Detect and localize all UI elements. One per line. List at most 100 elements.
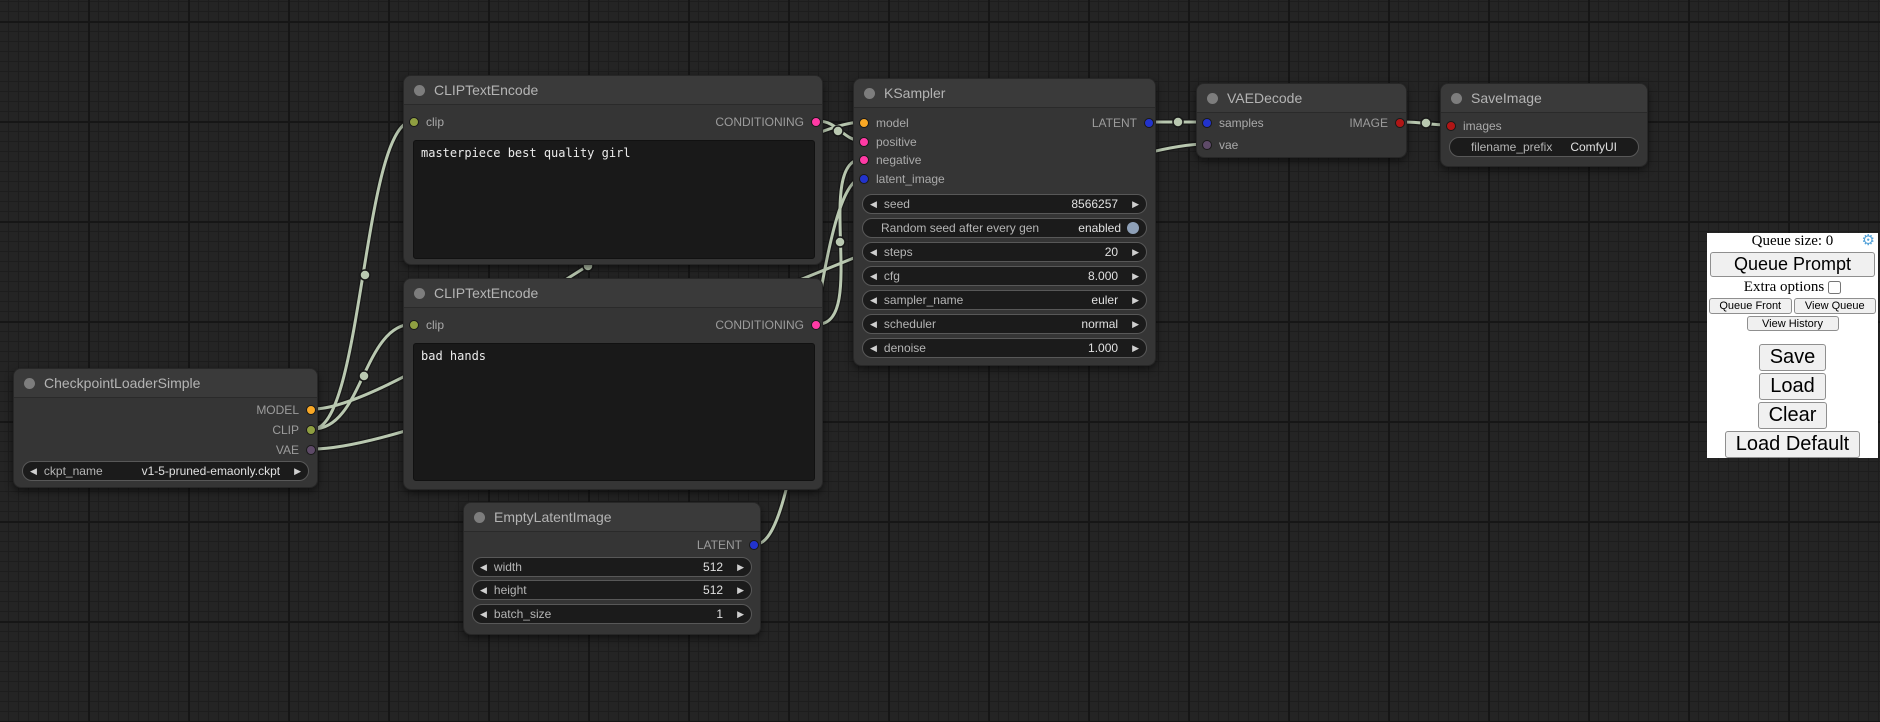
increment-arrow-icon[interactable]: ▶ xyxy=(1132,296,1139,305)
sampler-name-combo[interactable]: ◀ sampler_name euler ▶ xyxy=(862,290,1147,310)
output-port-conditioning[interactable] xyxy=(811,117,821,127)
load-button[interactable]: Load xyxy=(1759,373,1826,400)
increment-arrow-icon[interactable]: ▶ xyxy=(737,586,744,595)
node-clip-text-encode-positive[interactable]: CLIPTextEncode clip CONDITIONING masterp… xyxy=(403,75,823,265)
ckpt-name-combo[interactable]: ◀ ckpt_name v1-5-pruned-emaonly.ckpt ▶ xyxy=(22,461,309,481)
input-port-images[interactable] xyxy=(1446,121,1456,131)
widget-label: scheduler xyxy=(884,317,936,331)
decrement-arrow-icon[interactable]: ◀ xyxy=(870,320,877,329)
input-port-latent-image[interactable] xyxy=(859,174,869,184)
height-number-widget[interactable]: ◀ height 512 ▶ xyxy=(472,580,752,600)
increment-arrow-icon[interactable]: ▶ xyxy=(1132,248,1139,257)
input-port-samples[interactable] xyxy=(1202,118,1212,128)
increment-arrow-icon[interactable]: ▶ xyxy=(1132,200,1139,209)
load-default-button[interactable]: Load Default xyxy=(1725,431,1860,458)
view-history-button[interactable]: View History xyxy=(1747,316,1839,331)
node-status-dot-icon xyxy=(864,88,875,99)
node-header[interactable]: EmptyLatentImage xyxy=(464,503,760,532)
decrement-arrow-icon[interactable]: ◀ xyxy=(870,248,877,257)
node-header[interactable]: CLIPTextEncode xyxy=(404,76,822,105)
output-port-image[interactable] xyxy=(1395,118,1405,128)
negative-prompt-textarea[interactable]: bad hands xyxy=(413,343,815,481)
positive-prompt-textarea[interactable]: masterpiece best quality girl xyxy=(413,140,815,259)
random-seed-toggle-widget[interactable]: Random seed after every gen enabled xyxy=(862,218,1147,238)
decrement-arrow-icon[interactable]: ◀ xyxy=(870,296,877,305)
node-checkpoint-loader[interactable]: CheckpointLoaderSimple MODEL CLIP VAE ◀ … xyxy=(13,368,318,488)
node-clip-text-encode-negative[interactable]: CLIPTextEncode clip CONDITIONING bad han… xyxy=(403,278,823,490)
filename-prefix-widget[interactable]: filename_prefix ComfyUI xyxy=(1449,137,1639,157)
save-button[interactable]: Save xyxy=(1759,344,1827,371)
node-status-dot-icon xyxy=(414,288,425,299)
node-title: KSampler xyxy=(884,85,945,101)
queue-front-button[interactable]: Queue Front xyxy=(1709,298,1792,314)
clear-button[interactable]: Clear xyxy=(1758,402,1828,429)
increment-arrow-icon[interactable]: ▶ xyxy=(737,610,744,619)
widget-label: batch_size xyxy=(494,607,551,621)
input-label-clip: clip xyxy=(426,115,444,129)
output-port-vae[interactable] xyxy=(306,445,316,455)
node-save-image[interactable]: SaveImage images filename_prefix ComfyUI xyxy=(1440,83,1648,167)
input-port-model[interactable] xyxy=(859,118,869,128)
view-queue-button[interactable]: View Queue xyxy=(1794,298,1877,314)
output-label-latent: LATENT xyxy=(697,538,742,552)
scheduler-combo[interactable]: ◀ scheduler normal ▶ xyxy=(862,314,1147,334)
node-header[interactable]: CLIPTextEncode xyxy=(404,279,822,308)
node-header[interactable]: SaveImage xyxy=(1441,84,1647,113)
widget-label: sampler_name xyxy=(884,293,963,307)
denoise-number-widget[interactable]: ◀ denoise 1.000 ▶ xyxy=(862,338,1147,358)
increment-arrow-icon[interactable]: ▶ xyxy=(1132,344,1139,353)
seed-number-widget[interactable]: ◀ seed 8566257 ▶ xyxy=(862,194,1147,214)
increment-arrow-icon[interactable]: ▶ xyxy=(294,467,301,476)
node-title: CheckpointLoaderSimple xyxy=(44,375,200,391)
width-number-widget[interactable]: ◀ width 512 ▶ xyxy=(472,557,752,577)
node-vae-decode[interactable]: VAEDecode samples vae IMAGE xyxy=(1196,83,1407,158)
output-port-latent[interactable] xyxy=(1144,118,1154,128)
settings-gear-icon[interactable]: ⚙ xyxy=(1862,234,1875,249)
input-port-vae[interactable] xyxy=(1202,140,1212,150)
decrement-arrow-icon[interactable]: ◀ xyxy=(870,344,877,353)
node-header[interactable]: VAEDecode xyxy=(1197,84,1406,113)
decrement-arrow-icon[interactable]: ◀ xyxy=(480,610,487,619)
output-port-conditioning[interactable] xyxy=(811,320,821,330)
node-title: VAEDecode xyxy=(1227,90,1302,106)
input-label-vae: vae xyxy=(1219,138,1238,152)
output-label-vae: VAE xyxy=(276,443,299,457)
node-status-dot-icon xyxy=(414,85,425,96)
widget-label: Random seed after every gen xyxy=(881,221,1039,235)
increment-arrow-icon[interactable]: ▶ xyxy=(737,563,744,572)
output-port-model[interactable] xyxy=(306,405,316,415)
node-graph-canvas[interactable]: { "colors": { "link": "#b9c8b0", "model_… xyxy=(0,0,1880,722)
increment-arrow-icon[interactable]: ▶ xyxy=(1132,320,1139,329)
widget-value: 1.000 xyxy=(1088,341,1118,355)
queue-panel: Queue size: 0 ⚙ Queue Prompt Extra optio… xyxy=(1707,233,1878,458)
node-header[interactable]: KSampler xyxy=(854,79,1155,108)
decrement-arrow-icon[interactable]: ◀ xyxy=(480,586,487,595)
output-port-latent[interactable] xyxy=(749,540,759,550)
widget-value: enabled xyxy=(1078,221,1121,235)
decrement-arrow-icon[interactable]: ◀ xyxy=(870,200,877,209)
output-port-clip[interactable] xyxy=(306,425,316,435)
input-label-images: images xyxy=(1463,119,1502,133)
cfg-number-widget[interactable]: ◀ cfg 8.000 ▶ xyxy=(862,266,1147,286)
node-title: CLIPTextEncode xyxy=(434,82,538,98)
widget-label: filename_prefix xyxy=(1471,140,1552,154)
node-header[interactable]: CheckpointLoaderSimple xyxy=(14,369,317,398)
node-empty-latent-image[interactable]: EmptyLatentImage LATENT ◀ width 512 ▶ ◀ … xyxy=(463,502,761,635)
input-port-positive[interactable] xyxy=(859,137,869,147)
input-port-negative[interactable] xyxy=(859,155,869,165)
widget-label: width xyxy=(494,560,522,574)
output-label-conditioning: CONDITIONING xyxy=(715,318,804,332)
input-port-clip[interactable] xyxy=(409,320,419,330)
batch-size-number-widget[interactable]: ◀ batch_size 1 ▶ xyxy=(472,604,752,624)
queue-prompt-button[interactable]: Queue Prompt xyxy=(1710,252,1875,278)
decrement-arrow-icon[interactable]: ◀ xyxy=(30,467,37,476)
toggle-on-icon[interactable] xyxy=(1127,222,1139,234)
decrement-arrow-icon[interactable]: ◀ xyxy=(480,563,487,572)
decrement-arrow-icon[interactable]: ◀ xyxy=(870,272,877,281)
node-ksampler[interactable]: KSampler model positive negative latent_… xyxy=(853,78,1156,366)
input-label-clip: clip xyxy=(426,318,444,332)
increment-arrow-icon[interactable]: ▶ xyxy=(1132,272,1139,281)
extra-options-checkbox[interactable] xyxy=(1828,281,1841,294)
input-port-clip[interactable] xyxy=(409,117,419,127)
steps-number-widget[interactable]: ◀ steps 20 ▶ xyxy=(862,242,1147,262)
